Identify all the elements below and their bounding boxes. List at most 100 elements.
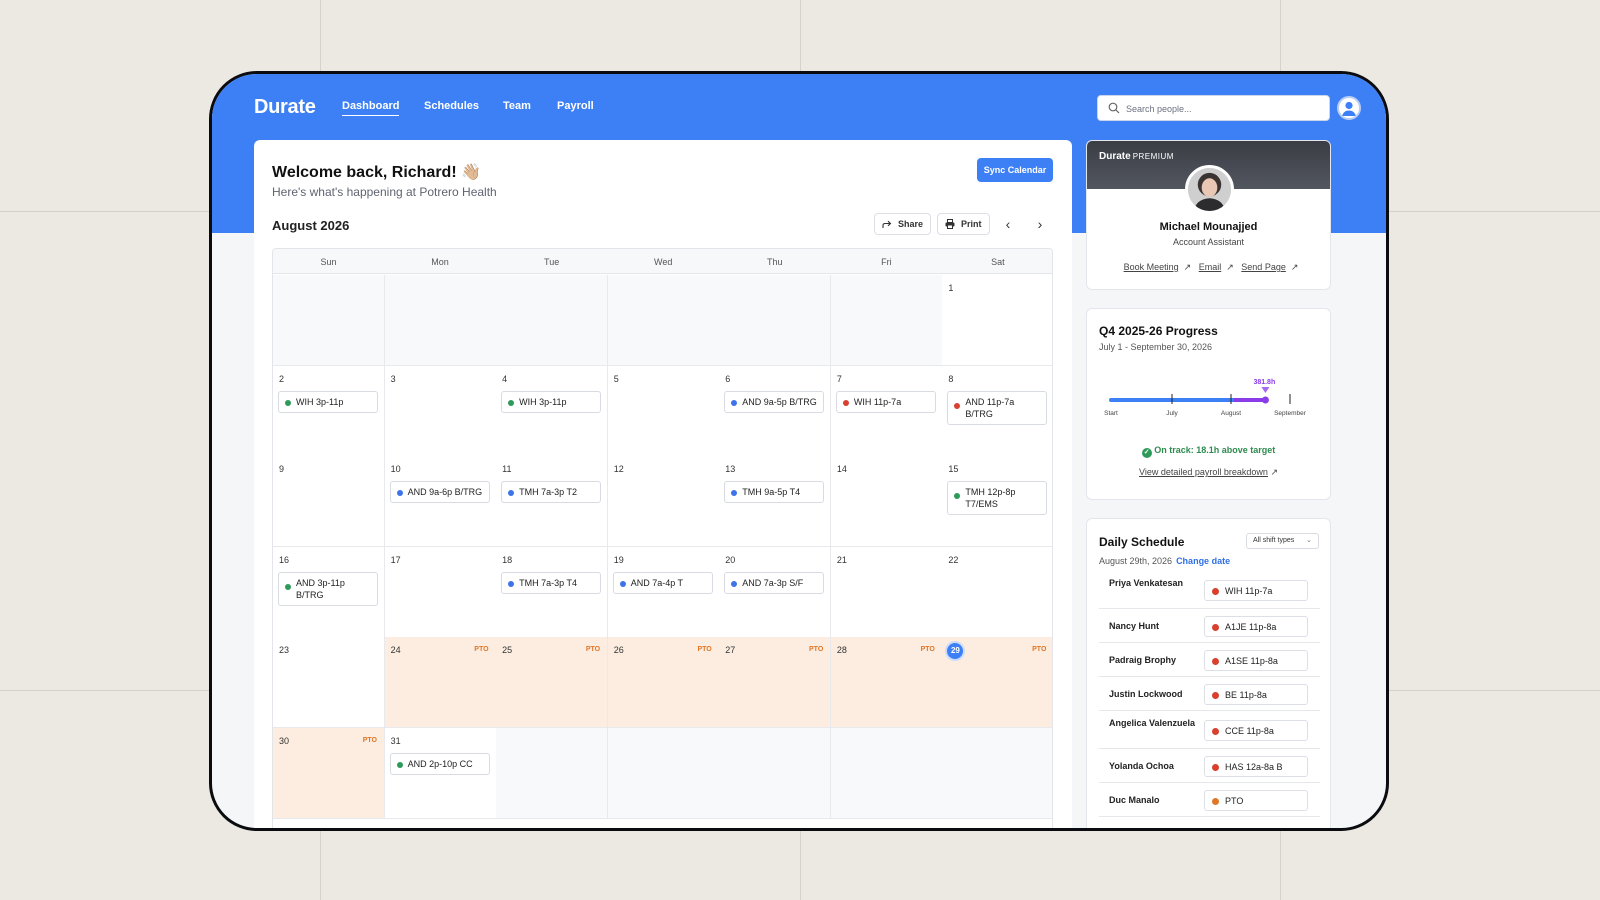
shift-chip[interactable]: AND 9a-6p B/TRG bbox=[389, 481, 490, 504]
schedule-row[interactable]: Duc Manalo PTO bbox=[1099, 783, 1320, 817]
shift-chip[interactable]: AND 9a-5p B/TRG bbox=[724, 390, 825, 413]
search-input[interactable] bbox=[1126, 100, 1324, 117]
calendar-day-cell[interactable]: 27 PTO bbox=[719, 637, 832, 729]
change-date-link[interactable]: Change date bbox=[1176, 556, 1230, 566]
calendar-day-cell[interactable]: 28 PTO bbox=[830, 637, 943, 729]
shift-chip[interactable]: AND 2p-10p CC bbox=[389, 753, 490, 775]
schedule-row[interactable]: Angelica Valenzuela CCE 11p-8a bbox=[1099, 711, 1320, 749]
nav-schedules[interactable]: Schedules bbox=[424, 100, 479, 112]
calendar-day-cell[interactable]: 24 PTO bbox=[384, 637, 497, 729]
book-meeting-link[interactable]: Book Meeting bbox=[1124, 262, 1179, 272]
shift-type-filter[interactable]: All shift types ⌄ bbox=[1246, 533, 1319, 549]
shift-assignment[interactable]: BE 11p-8a bbox=[1204, 683, 1308, 705]
shift-chip[interactable]: AND 7a-4p T bbox=[612, 571, 713, 594]
shift-chip[interactable]: TMH 7a-3p T2 bbox=[501, 481, 602, 504]
shift-assignment[interactable]: WIH 11p-7a bbox=[1204, 579, 1308, 601]
calendar-day-cell[interactable]: 22 bbox=[942, 546, 1052, 638]
nav-team[interactable]: Team bbox=[503, 100, 531, 112]
shift-assignment[interactable]: PTO bbox=[1204, 789, 1308, 811]
calendar-day-cell[interactable]: 20 AND 7a-3p S/F bbox=[719, 546, 832, 638]
nav-payroll[interactable]: Payroll bbox=[557, 100, 594, 112]
print-button[interactable]: Print bbox=[937, 213, 990, 235]
shift-chip[interactable]: WIH 3p-11p bbox=[278, 390, 378, 413]
search-box[interactable] bbox=[1097, 95, 1330, 121]
nav-dashboard[interactable]: Dashboard bbox=[342, 100, 400, 116]
day-number: 28 bbox=[836, 645, 847, 656]
calendar-day-cell[interactable]: 14 bbox=[830, 456, 943, 548]
next-month-icon[interactable]: › bbox=[1032, 216, 1048, 232]
calendar-day-cell[interactable]: 6 AND 9a-5p B/TRG bbox=[719, 365, 832, 457]
calendar-day-cell[interactable]: 18 TMH 7a-3p T4 bbox=[496, 546, 609, 638]
day-number: 20 bbox=[725, 554, 736, 565]
calendar-day-cell[interactable]: 9 bbox=[273, 456, 385, 548]
today-day-number: 29 bbox=[947, 643, 964, 660]
day-number: 27 bbox=[725, 645, 736, 656]
calendar-day-cell[interactable]: 2 WIH 3p-11p bbox=[273, 365, 385, 457]
calendar-day-cell[interactable]: 31 AND 2p-10p CC bbox=[384, 728, 497, 819]
chevron-down-icon: ⌄ bbox=[1306, 537, 1312, 544]
shift-label: AND 7a-4p T bbox=[630, 577, 684, 588]
day-number: 23 bbox=[279, 645, 290, 656]
daily-schedule-title: Daily Schedule bbox=[1099, 535, 1185, 549]
day-number: 14 bbox=[836, 464, 847, 475]
user-avatar[interactable] bbox=[1337, 96, 1361, 120]
person-photo-icon bbox=[1188, 168, 1231, 211]
schedule-row[interactable]: Padraig Brophy A1SE 11p-8a bbox=[1099, 643, 1320, 677]
payroll-breakdown-link[interactable]: View detailed payroll breakdown ↗ bbox=[1087, 467, 1330, 478]
schedule-row[interactable]: Priya Venkatesan WIH 11p-7a bbox=[1099, 571, 1320, 609]
calendar-day-cell[interactable]: 17 bbox=[384, 546, 497, 638]
app-logo[interactable]: Durate bbox=[254, 96, 316, 119]
calendar-day-cell[interactable]: 5 bbox=[607, 365, 720, 457]
calendar-day-cell[interactable]: 13 TMH 9a-5p T4 bbox=[719, 456, 832, 548]
calendar-day-cell[interactable]: 1 bbox=[942, 275, 1052, 366]
day-number: 9 bbox=[279, 464, 285, 475]
progress-tick-label: August bbox=[1221, 410, 1241, 417]
schedule-row[interactable]: Nancy Hunt A1JE 11p-8a bbox=[1099, 609, 1320, 643]
calendar-day-cell[interactable]: 12 bbox=[607, 456, 720, 548]
calendar-day-cell[interactable]: 19 AND 7a-4p T bbox=[607, 546, 720, 638]
calendar-day-cell[interactable]: 3 bbox=[384, 365, 497, 457]
shift-chip[interactable]: WIH 11p-7a bbox=[835, 390, 936, 413]
calendar-day-cell[interactable]: 11 TMH 7a-3p T2 bbox=[496, 456, 609, 548]
progress-range: July 1 - September 30, 2026 bbox=[1099, 342, 1213, 352]
shift-assignment[interactable]: HAS 12a-8a B bbox=[1204, 755, 1308, 777]
shift-assignment[interactable]: CCE 11p-8a bbox=[1204, 719, 1308, 741]
calendar-day-cell[interactable]: 16 AND 3p-11p B/TRG bbox=[273, 546, 385, 638]
calendar-day-cell[interactable]: 7 WIH 11p-7a bbox=[830, 365, 943, 457]
shift-chip[interactable]: AND 3p-11p B/TRG bbox=[278, 571, 378, 606]
calendar-day-cell[interactable]: 25 PTO bbox=[496, 637, 609, 729]
calendar-day-cell[interactable]: 4 WIH 3p-11p bbox=[496, 365, 609, 457]
calendar-day-cell[interactable]: 8 AND 11p-7a B/TRG bbox=[942, 365, 1052, 457]
send-page-link[interactable]: Send Page bbox=[1241, 262, 1286, 272]
shift-chip[interactable]: AND 7a-3p S/F bbox=[724, 571, 825, 594]
calendar-day-cell[interactable]: 15 TMH 12p-8p T7/EMS bbox=[942, 456, 1052, 548]
schedule-row[interactable]: Yolanda Ochoa HAS 12a-8a B bbox=[1099, 749, 1320, 783]
printer-icon bbox=[945, 219, 955, 229]
shift-chip[interactable]: TMH 9a-5p T4 bbox=[724, 481, 825, 504]
shift-assignment[interactable]: A1JE 11p-8a bbox=[1204, 615, 1308, 637]
calendar-day-cell[interactable]: 29 PTO bbox=[942, 637, 1052, 729]
calendar-day-cell[interactable]: 21 bbox=[830, 546, 943, 638]
calendar-day-cell[interactable]: 30 PTO bbox=[273, 728, 385, 819]
shift-chip[interactable]: AND 11p-7a B/TRG bbox=[947, 390, 1048, 425]
shift-chip[interactable]: WIH 3p-11p bbox=[501, 390, 602, 413]
calendar-empty-cell bbox=[273, 275, 385, 366]
shift-status-dot bbox=[508, 580, 515, 587]
employee-name: Padraig Brophy bbox=[1109, 655, 1177, 665]
prev-month-icon[interactable]: ‹ bbox=[1000, 216, 1016, 232]
payroll-breakdown-label: View detailed payroll breakdown bbox=[1139, 467, 1268, 477]
shift-label: TMH 7a-3p T2 bbox=[519, 487, 577, 498]
calendar-day-cell[interactable]: 23 bbox=[273, 637, 385, 729]
weekday-label: Thu bbox=[767, 257, 783, 267]
share-button[interactable]: Share bbox=[874, 213, 932, 235]
shift-chip[interactable]: TMH 12p-8p T7/EMS bbox=[947, 481, 1048, 516]
shift-assignment[interactable]: A1SE 11p-8a bbox=[1204, 649, 1308, 671]
shift-assignment-label: BE 11p-8a bbox=[1225, 689, 1267, 700]
shift-chip[interactable]: TMH 7a-3p T4 bbox=[501, 571, 602, 594]
shift-label: WIH 3p-11p bbox=[519, 396, 567, 407]
email-link[interactable]: Email bbox=[1199, 262, 1222, 272]
calendar-day-cell[interactable]: 26 PTO bbox=[607, 637, 720, 729]
calendar-day-cell[interactable]: 10 AND 9a-6p B/TRG bbox=[384, 456, 497, 548]
schedule-row[interactable]: Justin Lockwood BE 11p-8a bbox=[1099, 677, 1320, 711]
sync-calendar-button[interactable]: Sync Calendar bbox=[977, 158, 1053, 182]
